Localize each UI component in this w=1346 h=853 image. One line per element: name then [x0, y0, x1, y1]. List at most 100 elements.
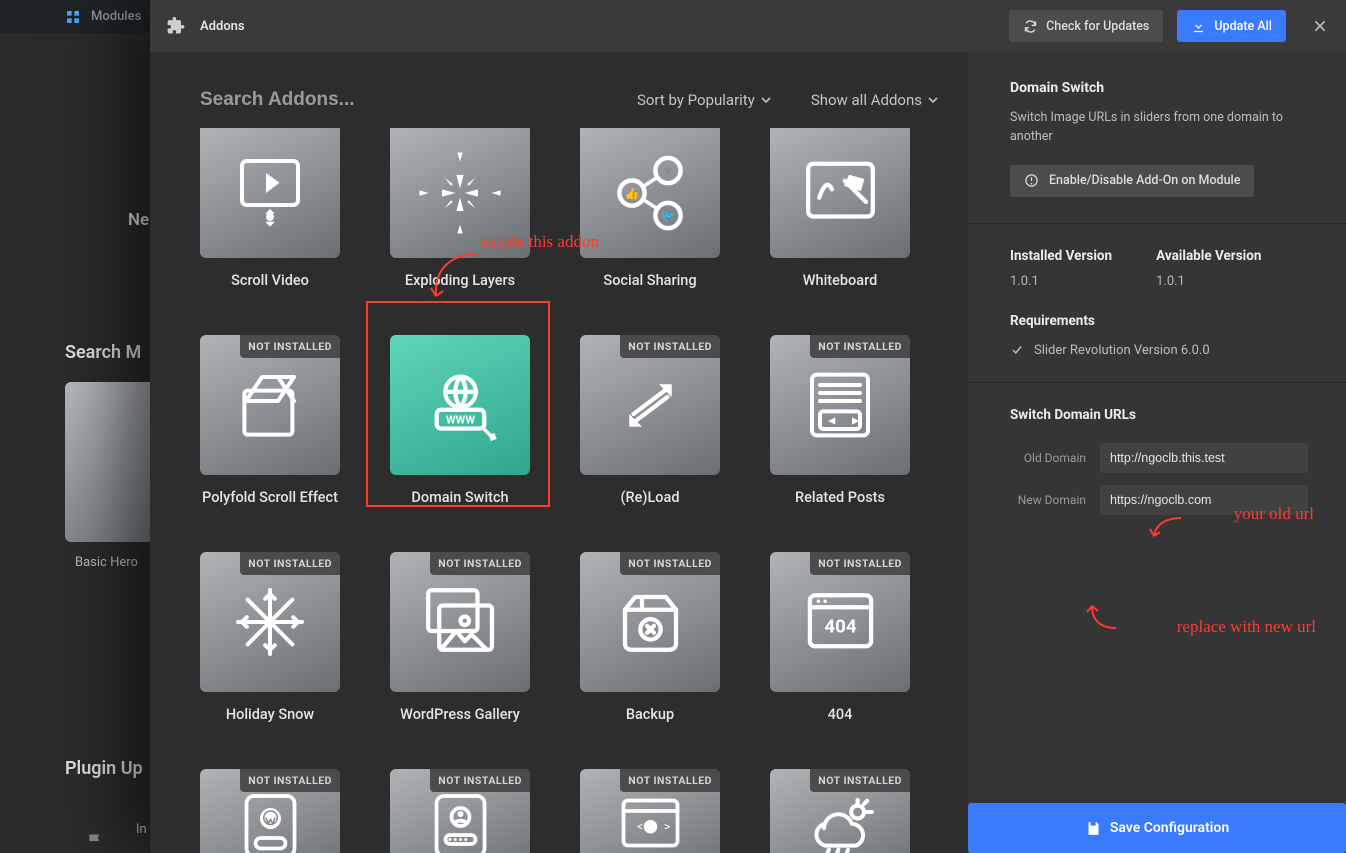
bg-plugin-updates: Plugin Up — [65, 758, 143, 779]
addon-label: Social Sharing — [603, 272, 696, 289]
search-input[interactable] — [200, 89, 500, 111]
svg-text:404: 404 — [824, 615, 856, 637]
update-all-button[interactable]: Update All — [1177, 10, 1286, 42]
detail-desc: Switch Image URLs in sliders from one do… — [1010, 108, 1308, 147]
bg-in-label: In — [136, 822, 147, 837]
svg-text:>: > — [664, 819, 670, 833]
addon-card[interactable]: NOT INSTALLED — [770, 769, 910, 853]
addon-card[interactable]: Whiteboard — [770, 128, 910, 289]
update-all-label: Update All — [1214, 19, 1272, 34]
available-version-label: Available Version — [1156, 248, 1261, 264]
bg-search-label: Search M — [65, 342, 141, 363]
wordpress-gallery-icon — [418, 580, 503, 665]
annotation-arrow-icon — [422, 248, 482, 308]
domain-switch-icon: WWW — [418, 363, 503, 448]
requirements: Requirements Slider Revolution Version 6… — [968, 293, 1346, 383]
holiday-snow-icon — [230, 582, 310, 662]
flag-icon — [86, 832, 106, 852]
annotation-new-url: replace with new url — [1177, 617, 1316, 637]
bg-new-label: Ne — [128, 210, 149, 230]
check-updates-label: Check for Updates — [1046, 19, 1149, 34]
addon-card[interactable]: NOT INSTALLED — [390, 769, 530, 853]
wp-login-icon — [233, 787, 308, 853]
addon-card[interactable]: ♥👍🐦 Social Sharing — [580, 128, 720, 289]
old-domain-label: Old Domain — [1010, 451, 1086, 465]
svg-text:🐦: 🐦 — [661, 209, 676, 223]
form-title: Switch Domain URLs — [1010, 407, 1308, 423]
info-icon — [1024, 173, 1039, 188]
requirements-label: Requirements — [1010, 313, 1308, 329]
refresh-icon — [1023, 19, 1038, 34]
whiteboard-icon — [798, 151, 883, 236]
not-installed-badge: NOT INSTALLED — [620, 769, 720, 792]
addon-card[interactable]: NOT INSTALLED WordPress Gallery — [390, 552, 530, 723]
addon-card-domain-switch[interactable]: WWW Domain Switch — [390, 335, 530, 506]
close-icon — [1312, 18, 1328, 34]
detail-sidebar: Domain Switch Switch Image URLs in slide… — [968, 52, 1346, 853]
addon-thumb: NOT INSTALLED — [770, 769, 910, 853]
svg-text:<: < — [637, 819, 643, 833]
enable-toggle-button[interactable]: Enable/Disable Add-On on Module — [1010, 165, 1254, 197]
addon-thumb: NOT INSTALLED 404 — [770, 552, 910, 692]
detail-title: Domain Switch — [1010, 80, 1308, 96]
save-icon — [1085, 820, 1102, 837]
addon-label: Scroll Video — [231, 272, 309, 289]
addon-label: Backup — [626, 706, 674, 723]
addon-thumb: WWW — [390, 335, 530, 475]
scroll-video-icon — [230, 153, 310, 233]
addon-card[interactable]: NOT INSTALLED <> — [580, 769, 720, 853]
not-installed-badge: NOT INSTALLED — [810, 335, 910, 358]
not-installed-badge: NOT INSTALLED — [430, 769, 530, 792]
addon-grid: Scroll Video Exploding Layers ♥👍🐦 Social… — [200, 128, 938, 853]
close-button[interactable] — [1306, 12, 1334, 40]
requirement-item: Slider Revolution Version 6.0.0 — [1034, 343, 1210, 358]
svg-text:◀: ◀ — [828, 415, 836, 426]
addon-thumb: NOT INSTALLED — [580, 552, 720, 692]
addon-label: Polyfold Scroll Effect — [202, 489, 338, 506]
save-configuration-button[interactable]: Save Configuration — [968, 803, 1346, 853]
weather-icon — [800, 784, 880, 853]
addon-card[interactable]: NOT INSTALLED ◀▶ Related Posts — [770, 335, 910, 506]
modules-grid-icon — [65, 9, 81, 25]
new-domain-input[interactable] — [1100, 485, 1308, 515]
addon-thumb — [390, 128, 530, 258]
installed-version-label: Installed Version — [1010, 248, 1112, 264]
addon-thumb: NOT INSTALLED <> — [580, 769, 720, 853]
filter-dropdown[interactable]: Show all Addons — [811, 91, 938, 109]
reload-icon — [608, 363, 693, 448]
addon-card[interactable]: NOT INSTALLED (Re)Load — [580, 335, 720, 506]
addon-thumb: NOT INSTALLED — [390, 552, 530, 692]
check-icon — [1010, 343, 1024, 357]
addon-card[interactable]: Scroll Video — [200, 128, 340, 289]
sort-dropdown[interactable]: Sort by Popularity — [637, 91, 771, 109]
addon-thumb: NOT INSTALLED — [580, 335, 720, 475]
addon-card[interactable]: NOT INSTALLED 404 404 — [770, 552, 910, 723]
old-domain-input[interactable] — [1100, 443, 1308, 473]
backup-icon — [608, 580, 693, 665]
bg-tab-modules: Modules — [91, 9, 141, 24]
svg-text:👍: 👍 — [625, 187, 640, 201]
addon-card[interactable]: NOT INSTALLED — [200, 769, 340, 853]
addon-thumb: NOT INSTALLED ◀ ▶ — [770, 335, 910, 475]
addon-card[interactable]: NOT INSTALLED Polyfold Scroll Effect — [200, 335, 340, 506]
content-toolbar: Sort by Popularity Show all Addons — [200, 76, 938, 124]
puzzle-icon — [166, 16, 186, 36]
installed-version-value: 1.0.1 — [1010, 274, 1112, 289]
not-installed-badge: NOT INSTALLED — [620, 335, 720, 358]
wp-embed-icon: <> — [613, 787, 688, 853]
chevron-down-icon — [761, 95, 771, 105]
sort-label: Sort by Popularity — [637, 91, 755, 109]
annotation-arrow-icon — [1146, 512, 1186, 542]
addon-card[interactable]: NOT INSTALLED Holiday Snow — [200, 552, 340, 723]
svg-text:▶: ▶ — [852, 415, 860, 426]
save-bar: Save Configuration — [968, 803, 1346, 853]
toggle-label: Enable/Disable Add-On on Module — [1049, 173, 1240, 188]
addons-modal: Addons Check for Updates Update All Sort… — [150, 0, 1346, 853]
not-installed-badge: NOT INSTALLED — [430, 552, 530, 575]
addon-thumb: NOT INSTALLED — [200, 769, 340, 853]
not-installed-badge: NOT INSTALLED — [810, 769, 910, 792]
addon-thumb: NOT INSTALLED — [200, 335, 340, 475]
addon-card[interactable]: NOT INSTALLED Backup — [580, 552, 720, 723]
domain-form: Switch Domain URLs Old Domain New Domain — [968, 383, 1346, 527]
check-updates-button[interactable]: Check for Updates — [1009, 10, 1163, 42]
